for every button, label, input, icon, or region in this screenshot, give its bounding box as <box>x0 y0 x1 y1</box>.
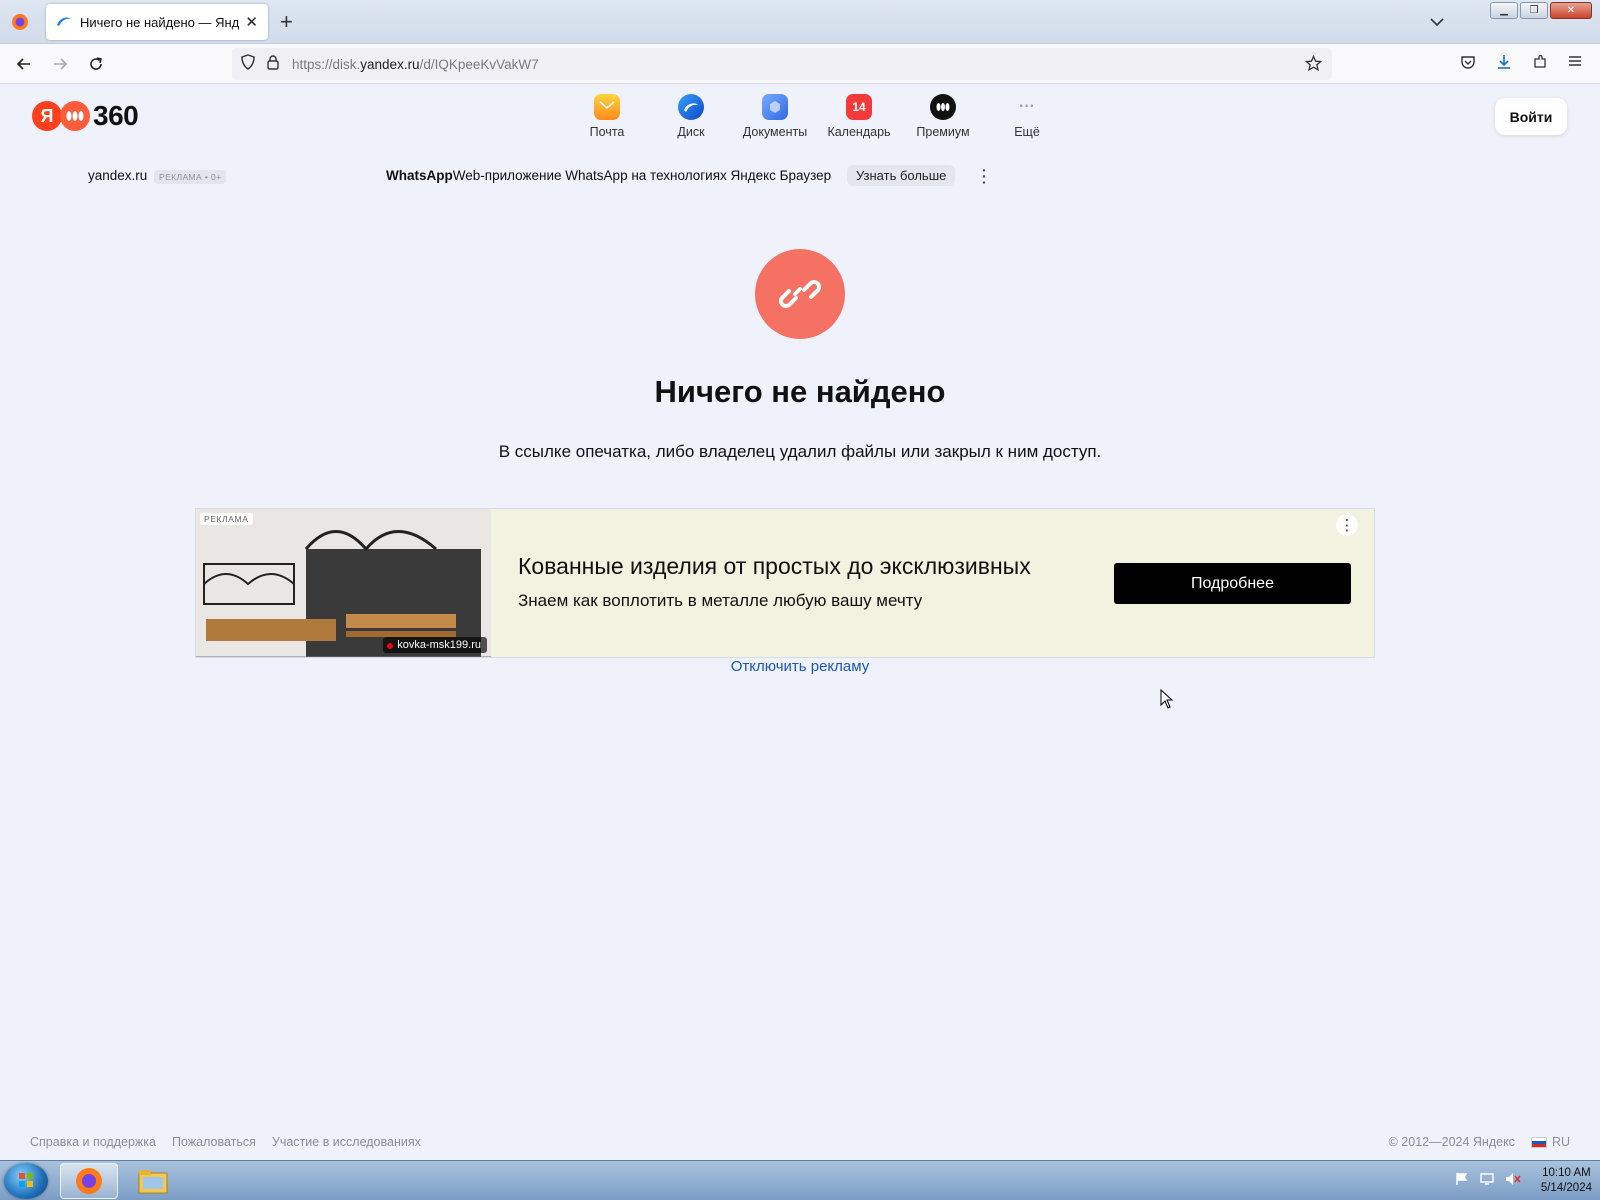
ad-subtitle: Знаем как воплотить в металле любую вашу… <box>518 591 923 610</box>
address-bar[interactable]: https://disk.yandex.ru/d/IQKpeeKvVakW7 <box>232 48 1332 80</box>
tab-close-icon[interactable]: ✕ <box>245 13 258 31</box>
footer-link-research[interactable]: Участие в исследованиях <box>272 1135 421 1149</box>
service-label: Премиум <box>916 125 970 139</box>
banner-options-kebab-icon[interactable]: ⋮ <box>1336 514 1358 536</box>
ad-headline[interactable]: WhatsAppWeb-приложение WhatsApp на техно… <box>386 168 832 183</box>
back-arrow-icon[interactable] <box>12 52 36 76</box>
yandex-logo-icon: Я <box>32 101 62 131</box>
wrought-iron-gazebo-image <box>196 509 491 657</box>
yandex-360-logo[interactable]: Я 360 <box>32 100 139 132</box>
ad-site[interactable]: kovka-msk199.ru <box>383 637 487 653</box>
url-prefix: https://disk. <box>292 56 361 72</box>
ad-banner[interactable]: РЕКЛАМА kovka-msk199.ru Кованные изделия… <box>195 508 1375 658</box>
clock-time: 10:10 AM <box>1542 1167 1591 1179</box>
language-switcher[interactable]: RU <box>1530 1135 1570 1149</box>
tracking-protection-shield-icon[interactable] <box>240 53 256 75</box>
service-mail[interactable]: Почта <box>565 94 649 139</box>
ad-image[interactable]: РЕКЛАМА kovka-msk199.ru <box>196 509 491 657</box>
premium-icon <box>930 94 956 120</box>
browser-tab-strip: Ничего не найдено — Яндекс ✕ + ▁ ❐ ✕ <box>0 0 1600 44</box>
footer-links: Справка и поддержка Пожаловаться Участие… <box>30 1135 421 1149</box>
top-ad-line: yandex.ru РЕКЛАМА • 0+ WhatsAppWeb-прило… <box>88 165 993 188</box>
service-disk[interactable]: Диск <box>649 94 733 139</box>
volume-muted-icon[interactable] <box>1505 1172 1521 1191</box>
service-label: Ещё <box>1014 125 1040 139</box>
taskbar-firefox[interactable] <box>60 1163 118 1199</box>
disable-ads-link[interactable]: Отключить рекламу <box>0 658 1600 675</box>
learn-more-button[interactable]: Узнать больше <box>847 165 956 186</box>
service-more[interactable]: ··· Ещё <box>985 94 1069 139</box>
start-button[interactable] <box>4 1163 48 1199</box>
firefox-menu-icon[interactable] <box>8 10 32 34</box>
more-icon: ··· <box>1019 98 1035 115</box>
url-domain: yandex.ru <box>360 56 420 72</box>
hamburger-menu-icon[interactable] <box>1568 54 1582 73</box>
documents-icon <box>762 94 788 120</box>
russian-flag-icon <box>1530 1137 1547 1149</box>
window-controls: ▁ ❐ ✕ <box>1490 2 1592 19</box>
footer-right: © 2012—2024 Яндекс RU <box>1389 1135 1570 1149</box>
browser-nav-bar: https://disk.yandex.ru/d/IQKpeeKvVakW7 <box>0 44 1600 84</box>
folder-icon <box>138 1170 168 1194</box>
tab-title: Ничего не найдено — Яндекс <box>80 14 240 30</box>
service-label: Диск <box>677 125 705 139</box>
mouse-cursor-icon <box>1160 688 1174 714</box>
page-title: Ничего не найдено <box>654 374 946 409</box>
taskbar-explorer[interactable] <box>124 1163 182 1199</box>
forward-arrow-icon[interactable] <box>48 52 72 76</box>
firefox-icon <box>76 1168 102 1194</box>
url-text[interactable]: https://disk.yandex.ru/d/IQKpeeKvVakW7 <box>292 57 539 72</box>
login-button[interactable]: Войти <box>1495 98 1567 135</box>
url-path: /d/IQKpeeKvVakW7 <box>419 56 539 72</box>
footer-link-help[interactable]: Справка и поддержка <box>30 1135 156 1149</box>
ad-badge: РЕКЛАМА • 0+ <box>154 170 227 184</box>
list-all-tabs-icon[interactable] <box>1430 14 1444 32</box>
close-window-button[interactable]: ✕ <box>1550 2 1592 19</box>
minimize-window-button[interactable]: ▁ <box>1490 2 1518 19</box>
ad-tag: РЕКЛАМА <box>200 513 253 525</box>
bookmark-star-icon[interactable] <box>1304 54 1323 77</box>
logo-360-text: 360 <box>93 100 139 131</box>
ad-options-kebab-icon[interactable]: ⋮ <box>975 166 993 186</box>
new-tab-button[interactable]: + <box>280 10 293 34</box>
ad-domain[interactable]: yandex.ru <box>88 168 147 183</box>
reload-icon[interactable] <box>84 52 108 76</box>
footer-link-complain[interactable]: Пожаловаться <box>172 1135 256 1149</box>
pocket-icon[interactable] <box>1460 54 1476 75</box>
details-button[interactable]: Подробнее <box>1114 563 1351 604</box>
ad-headline[interactable]: Кованные изделия от простых до эксклюзив… <box>518 553 1031 580</box>
mail-icon <box>594 94 620 120</box>
service-calendar[interactable]: 14 Календарь <box>817 94 901 139</box>
yandex-disk-favicon-icon <box>56 14 72 30</box>
clock[interactable]: 10:10 AM 5/14/2024 <box>1541 1166 1592 1196</box>
ad-brand: WhatsApp <box>386 168 453 183</box>
calendar-icon: 14 <box>846 94 872 120</box>
service-premium[interactable]: Премиум <box>901 94 985 139</box>
error-description: В ссылке опечатка, либо владелец удалил … <box>498 442 1102 461</box>
clock-date: 5/14/2024 <box>1540 1182 1592 1194</box>
network-icon[interactable] <box>1479 1172 1495 1191</box>
service-label: Календарь <box>827 125 891 139</box>
windows-taskbar: 10:10 AM 5/14/2024 <box>0 1160 1600 1200</box>
copyright: © 2012—2024 Яндекс <box>1388 1135 1515 1149</box>
browser-tab-active[interactable]: Ничего не найдено — Яндекс ✕ <box>46 4 268 40</box>
broken-link-icon <box>755 249 845 339</box>
system-tray: 10:10 AM 5/14/2024 <box>1455 1161 1592 1200</box>
360-ring-icon <box>60 101 90 131</box>
action-center-flag-icon[interactable] <box>1455 1172 1469 1191</box>
language-label: RU <box>1551 1135 1570 1149</box>
lock-icon[interactable] <box>266 54 280 75</box>
restore-window-button[interactable]: ❐ <box>1520 2 1548 19</box>
disk-icon <box>678 94 704 120</box>
downloads-icon[interactable] <box>1496 54 1512 75</box>
service-documents[interactable]: Документы <box>733 94 817 139</box>
service-label: Почта <box>589 125 625 139</box>
ad-text: Web-приложение WhatsApp на технологиях Я… <box>452 168 832 183</box>
service-label: Документы <box>742 125 808 139</box>
services-nav: Почта Диск Документы 14 Календарь Премиу… <box>565 94 1069 139</box>
extensions-icon[interactable] <box>1532 54 1548 75</box>
